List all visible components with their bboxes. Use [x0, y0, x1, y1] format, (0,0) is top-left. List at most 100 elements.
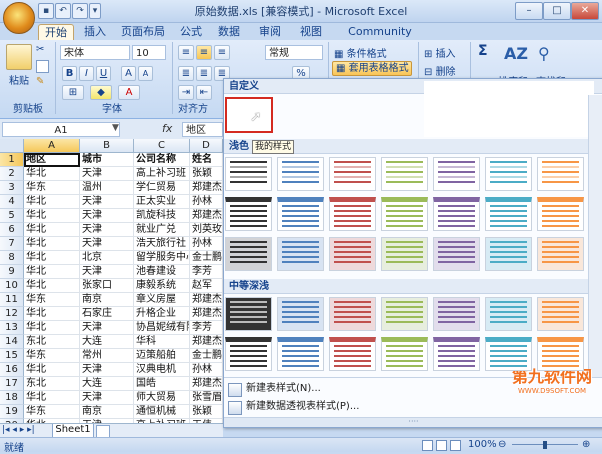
grid-cell[interactable]: 李芳: [190, 321, 223, 335]
grid-cell[interactable]: 郑建杰: [190, 209, 223, 223]
new-pivot-style-item[interactable]: 新建数据透视表样式(P)...: [224, 399, 602, 415]
border-icon[interactable]: ⊞: [62, 85, 84, 100]
grid-cell[interactable]: 赵军: [190, 279, 223, 293]
fill-color-icon[interactable]: ◆: [90, 85, 112, 100]
insert-button[interactable]: ⊞ 插入: [424, 45, 464, 60]
grid-cell[interactable]: 张雪眉: [190, 391, 223, 405]
zoom-out-icon[interactable]: ⊖: [498, 439, 506, 450]
grid-cell[interactable]: 高上补习班: [134, 167, 190, 181]
table-style-thumb[interactable]: [381, 197, 428, 231]
table-style-thumb[interactable]: [277, 237, 324, 271]
maximize-button[interactable]: □: [543, 2, 571, 20]
table-style-thumb[interactable]: [381, 237, 428, 271]
grid-cell[interactable]: 张颖: [190, 405, 223, 419]
grid-cell[interactable]: 天津: [80, 363, 134, 377]
copy-icon[interactable]: [36, 60, 49, 73]
grid-cell[interactable]: 天津: [80, 223, 134, 237]
name-box[interactable]: A1: [2, 122, 120, 137]
paste-label[interactable]: 粘贴: [6, 72, 32, 87]
table-style-thumb[interactable]: [433, 157, 480, 191]
row-header[interactable]: 15: [0, 349, 24, 363]
grid-cell[interactable]: 天津: [80, 391, 134, 405]
insert-function-button[interactable]: fx: [162, 122, 172, 135]
indent-icon[interactable]: ⇥: [178, 85, 194, 100]
grid-cell[interactable]: 张颖: [190, 167, 223, 181]
outdent-icon[interactable]: ⇤: [196, 85, 212, 100]
sort-filter-icon[interactable]: AZ: [504, 44, 528, 70]
grid-cell[interactable]: 康毅系统: [134, 279, 190, 293]
align-bottom-icon[interactable]: ≡: [214, 45, 230, 60]
sheet-tab-sheet1[interactable]: Sheet1: [52, 424, 94, 438]
table-style-thumb[interactable]: [329, 197, 376, 231]
table-style-thumb[interactable]: [485, 297, 532, 331]
grid-cell[interactable]: 地区: [24, 153, 80, 167]
grid-cell[interactable]: 郑建杰: [190, 377, 223, 391]
grid-cell[interactable]: 郑建杰: [190, 335, 223, 349]
grid-cell[interactable]: 华北: [24, 237, 80, 251]
row-header[interactable]: 5: [0, 209, 24, 223]
row-header[interactable]: 16: [0, 363, 24, 377]
grid-cell[interactable]: 北京: [80, 251, 134, 265]
table-style-thumb[interactable]: [381, 337, 428, 371]
table-style-thumb[interactable]: [433, 237, 480, 271]
grid-cell[interactable]: 孙林: [190, 237, 223, 251]
grid-cell[interactable]: 就业广兑: [134, 223, 190, 237]
grid-cell[interactable]: 郑建杰: [190, 293, 223, 307]
table-style-thumb[interactable]: [537, 197, 584, 231]
grid-cell[interactable]: 孙林: [190, 195, 223, 209]
row-header[interactable]: 9: [0, 265, 24, 279]
grid-cell[interactable]: 升格企业: [134, 307, 190, 321]
grid-cell[interactable]: 东北: [24, 335, 80, 349]
column-header[interactable]: C: [134, 139, 190, 153]
tab-insert[interactable]: 插入: [80, 24, 110, 40]
minimize-button[interactable]: –: [515, 2, 543, 20]
grid-cell[interactable]: 华北: [24, 223, 80, 237]
grid-cell[interactable]: 大连: [80, 335, 134, 349]
table-style-thumb[interactable]: [329, 337, 376, 371]
grid-cell[interactable]: 留学服务中心: [134, 251, 190, 265]
close-button[interactable]: ✕: [571, 2, 599, 20]
table-style-thumb[interactable]: [277, 157, 324, 191]
grid-cell[interactable]: 华北: [24, 363, 80, 377]
table-style-thumb[interactable]: [537, 237, 584, 271]
column-header[interactable]: B: [80, 139, 134, 153]
grid-cell[interactable]: 通恒机械: [134, 405, 190, 419]
formula-input[interactable]: 地区: [182, 122, 223, 137]
sheet-nav-icon[interactable]: |◂ ◂ ▸ ▸|: [2, 425, 35, 435]
autosum-button[interactable]: Σ: [478, 43, 494, 59]
delete-button[interactable]: ⊟ 删除: [424, 63, 464, 78]
tab-data[interactable]: 数据: [214, 24, 244, 40]
table-style-thumb[interactable]: [433, 297, 480, 331]
select-all-corner[interactable]: [0, 139, 24, 153]
page-break-view-icon[interactable]: [450, 440, 461, 451]
grid-cell[interactable]: 华科: [134, 335, 190, 349]
grid-cell[interactable]: 华北: [24, 321, 80, 335]
font-size-box[interactable]: 10: [132, 45, 166, 60]
grid-cell[interactable]: 温州: [80, 181, 134, 195]
table-style-thumb[interactable]: [485, 157, 532, 191]
grid-cell[interactable]: 南京: [80, 293, 134, 307]
font-name-box[interactable]: 宋体: [60, 45, 130, 60]
grid-cell[interactable]: 天津: [80, 237, 134, 251]
grid-cell[interactable]: 城市: [80, 153, 134, 167]
grid-cell[interactable]: 天津: [80, 167, 134, 181]
grid-cell[interactable]: 南京: [80, 405, 134, 419]
grid-cell[interactable]: 华北: [24, 391, 80, 405]
table-style-thumb[interactable]: [329, 157, 376, 191]
grid-cell[interactable]: 华北: [24, 195, 80, 209]
table-style-thumb[interactable]: [537, 297, 584, 331]
table-style-thumb[interactable]: [433, 197, 480, 231]
grid-cell[interactable]: 李芳: [190, 265, 223, 279]
font-color-icon[interactable]: A: [118, 85, 140, 100]
grid-cell[interactable]: 华北: [24, 265, 80, 279]
tab-formulas[interactable]: 公式: [176, 24, 206, 40]
table-style-thumb[interactable]: [329, 297, 376, 331]
grid-cell[interactable]: 金士鹏: [190, 349, 223, 363]
row-header[interactable]: 10: [0, 279, 24, 293]
table-style-thumb[interactable]: [381, 297, 428, 331]
align-left-icon[interactable]: ≣: [178, 66, 194, 81]
table-style-thumb[interactable]: [225, 157, 272, 191]
find-select-icon[interactable]: ⚲: [538, 44, 562, 70]
row-header[interactable]: 11: [0, 293, 24, 307]
resize-grip[interactable]: ····: [224, 417, 602, 427]
